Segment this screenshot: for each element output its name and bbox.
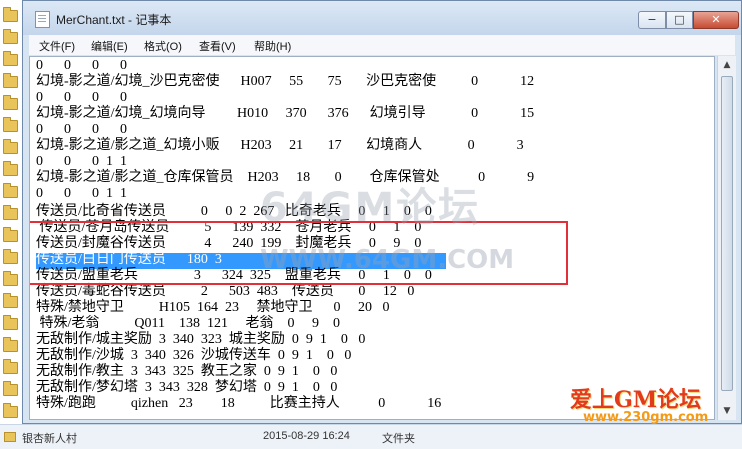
explorer-folder-list <box>0 0 22 448</box>
text-line: 无敌制作/梦幻塔 3 343 328 梦幻塔 0 9 1 0 0 <box>36 380 338 395</box>
scroll-up-icon[interactable]: ▲ <box>720 58 734 72</box>
status-date: 2015-08-29 16:24 <box>263 430 350 442</box>
text-line: 特殊/老翁 Q011 138 121 老翁 0 9 0 <box>36 316 340 331</box>
title-bar[interactable]: MerChant.txt - 记事本 − □ ✕ <box>23 1 741 35</box>
scroll-thumb[interactable] <box>721 76 733 391</box>
text-line: 幻境-影之道/影之道_幻境小贩 H203 21 17 幻境商人 0 3 <box>36 138 524 153</box>
text-line: 特殊/禁地守卫 H105 164 23 禁地守卫 0 20 0 <box>36 300 390 315</box>
close-button[interactable]: ✕ <box>693 11 739 29</box>
folder-icon[interactable] <box>3 205 18 220</box>
text-line: 无敌制作/教主 3 343 325 教王之家 0 9 1 0 0 <box>36 364 338 379</box>
folder-icon[interactable] <box>3 51 18 66</box>
text-line: 无敌制作/沙城 3 340 326 沙城传送车 0 9 1 0 0 <box>36 348 352 363</box>
text-line: 幻境-影之道/幻境_沙巴克密使 H007 55 75 沙巴克密使 0 12 <box>36 74 535 89</box>
notepad-icon <box>35 11 50 28</box>
folder-icon[interactable] <box>3 139 18 154</box>
notepad-window: MerChant.txt - 记事本 − □ ✕ 文件(F) 编辑(E) 格式(… <box>22 0 742 424</box>
folder-icon[interactable] <box>3 29 18 44</box>
folder-icon[interactable] <box>3 271 18 286</box>
menu-bar: 文件(F) 编辑(E) 格式(O) 查看(V) 帮助(H) <box>29 35 735 55</box>
folder-icon[interactable] <box>3 381 18 396</box>
text-line: 传送员/毒蛇谷传送员 2 503 483 传送员 0 12 0 <box>36 284 415 299</box>
status-folder-name[interactable]: 银杏新人村 <box>22 430 77 446</box>
folder-icon[interactable] <box>3 359 18 374</box>
text-line: 0 0 0 0 <box>36 122 127 137</box>
text-line: 0 0 0 0 <box>36 58 127 73</box>
text-line: 特殊/跑跑 qizhen 23 18 比赛主持人 0 16 <box>36 396 442 411</box>
text-line: 0 0 0 1 1 <box>36 154 127 169</box>
folder-icon[interactable] <box>3 403 18 418</box>
folder-icon[interactable] <box>3 293 18 308</box>
watermark-text: 64GM论坛 <box>260 185 481 231</box>
menu-help[interactable]: 帮助(H) <box>254 38 291 54</box>
folder-icon[interactable] <box>3 315 18 330</box>
folder-icon[interactable] <box>3 249 18 264</box>
folder-icon[interactable] <box>3 183 18 198</box>
window-title: MerChant.txt - 记事本 <box>56 13 172 27</box>
scroll-down-icon[interactable]: ▼ <box>720 404 734 418</box>
menu-file[interactable]: 文件(F) <box>39 38 75 54</box>
watermark-url: WWW.64GM.COM <box>260 245 515 275</box>
text-line: 幻境-影之道/幻境_幻境向导 H010 370 376 幻境引导 0 15 <box>36 106 535 121</box>
text-line: 0 0 0 1 1 <box>36 186 127 201</box>
folder-icon[interactable] <box>3 95 18 110</box>
text-editor[interactable]: 0 0 0 0 幻境-影之道/幻境_沙巴克密使 H007 55 75 沙巴克密使… <box>29 56 715 420</box>
text-line: 无敌制作/城主奖励 3 340 323 城主奖励 0 9 1 0 0 <box>36 332 366 347</box>
folder-icon[interactable] <box>3 7 18 22</box>
maximize-button[interactable]: □ <box>666 11 693 29</box>
folder-icon[interactable] <box>3 161 18 176</box>
status-type: 文件夹 <box>382 433 415 445</box>
menu-view[interactable]: 查看(V) <box>199 38 236 54</box>
minimize-button[interactable]: − <box>638 11 666 29</box>
menu-format[interactable]: 格式(O) <box>144 38 182 54</box>
folder-icon[interactable] <box>3 73 18 88</box>
site-logo-url: www.230gm.com <box>583 410 709 425</box>
menu-edit[interactable]: 编辑(E) <box>91 38 128 54</box>
text-line: 0 0 0 0 <box>36 90 127 105</box>
explorer-status-bar: 银杏新人村 2015-08-29 16:24 文件夹 <box>0 424 742 449</box>
vertical-scrollbar[interactable]: ▲ ▼ <box>717 56 736 420</box>
folder-icon[interactable] <box>3 227 18 242</box>
folder-icon <box>4 432 16 442</box>
folder-icon[interactable] <box>3 117 18 132</box>
folder-icon[interactable] <box>3 337 18 352</box>
